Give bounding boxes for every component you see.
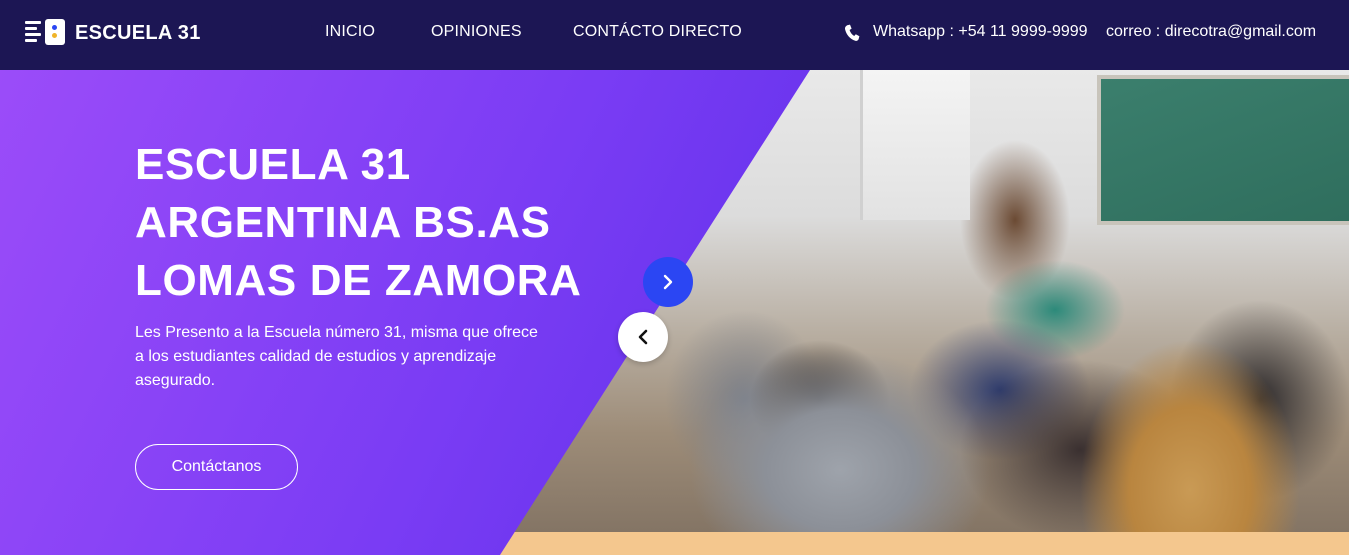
- contact-us-button[interactable]: Contáctanos: [135, 444, 298, 490]
- hero-title-line-3: LOMAS DE ZAMORA: [135, 256, 582, 305]
- email-contact[interactable]: correo : direcotra@gmail.com: [1106, 23, 1316, 41]
- hero-title-line-1: ESCUELA 31: [135, 140, 411, 189]
- phone-icon: [844, 24, 860, 41]
- nav-link-contacto-directo[interactable]: CONTÁCTO DIRECTO: [573, 23, 742, 41]
- school-logo-icon: [25, 19, 65, 47]
- hero-title-line-2: ARGENTINA BS.AS: [135, 198, 551, 247]
- whatsapp-contact[interactable]: Whatsapp : +54 11 9999-9999: [873, 23, 1088, 41]
- slider-prev-button[interactable]: [618, 312, 668, 362]
- slider-next-button[interactable]: [643, 257, 693, 307]
- chalkboard: [1097, 75, 1349, 225]
- chevron-right-icon: [663, 274, 673, 290]
- navbar: ESCUELA 31 INICIO OPINIONES CONTÁCTO DIR…: [0, 0, 1349, 70]
- brand-link[interactable]: ESCUELA 31: [25, 19, 201, 47]
- chevron-left-icon: [638, 329, 648, 345]
- nav-link-inicio[interactable]: INICIO: [325, 23, 375, 41]
- hero-title: ESCUELA 31 ARGENTINA BS.AS LOMAS DE ZAMO…: [135, 136, 582, 310]
- brand-name: ESCUELA 31: [75, 21, 201, 44]
- nav-link-opiniones[interactable]: OPINIONES: [431, 23, 522, 41]
- hero-section: ESCUELA 31 ARGENTINA BS.AS LOMAS DE ZAMO…: [0, 70, 1349, 555]
- hero-description: Les Presento a la Escuela número 31, mis…: [135, 324, 538, 389]
